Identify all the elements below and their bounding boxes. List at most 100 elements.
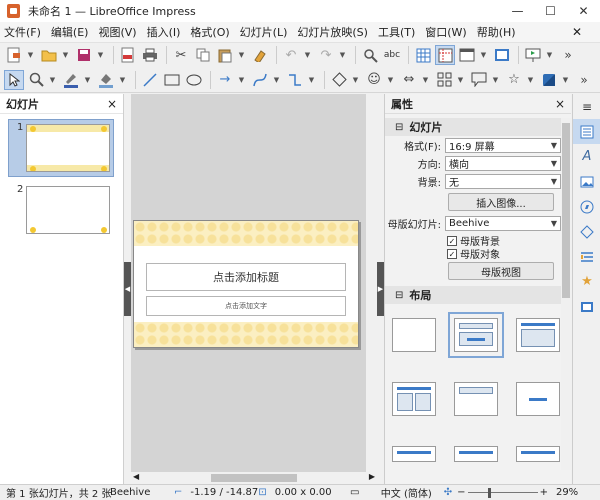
display-views-icon[interactable]	[457, 45, 477, 65]
styles-tab-icon[interactable]: A	[573, 144, 600, 169]
connector-dropdown-icon[interactable]: ▼	[307, 70, 316, 90]
sidebar-scroll-thumb[interactable]	[562, 123, 570, 298]
layout-title-only[interactable]	[454, 382, 498, 416]
horizontal-scroll-thumb[interactable]	[211, 474, 297, 482]
close-window-button[interactable]: ✕	[567, 0, 600, 22]
layout-section-header[interactable]: ⊟ 布局	[385, 286, 561, 304]
menu-window[interactable]: 窗口(W)	[425, 24, 466, 40]
redo-dropdown-icon[interactable]: ▼	[338, 45, 347, 65]
3d-objects-dropdown-icon[interactable]: ▼	[561, 70, 570, 90]
open-icon[interactable]	[39, 45, 59, 65]
zoom-level-status[interactable]: 29%	[550, 487, 584, 498]
minimize-button[interactable]: —	[501, 0, 534, 22]
subtitle-placeholder[interactable]: 点击添加文字	[146, 296, 346, 316]
menu-tools[interactable]: 工具(T)	[378, 24, 415, 40]
undo-dropdown-icon[interactable]: ▼	[303, 45, 312, 65]
basic-shapes-icon[interactable]	[329, 70, 349, 90]
export-pdf-icon[interactable]	[118, 45, 138, 65]
properties-close-icon[interactable]: ×	[555, 97, 565, 111]
menu-insert[interactable]: 插入(I)	[147, 24, 181, 40]
master-view-button[interactable]: 母版视图	[448, 262, 554, 280]
line-color-icon[interactable]	[61, 70, 81, 90]
menu-slideshow[interactable]: 幻灯片放映(S)	[297, 24, 368, 40]
ellipse-icon[interactable]	[184, 70, 204, 90]
layout-option-9[interactable]	[516, 446, 560, 462]
cut-icon[interactable]: ✂	[171, 45, 191, 65]
zoom-out-icon[interactable]: −	[455, 487, 467, 498]
maximize-button[interactable]: ☐	[534, 0, 567, 22]
symbol-shapes-dropdown-icon[interactable]: ▼	[386, 70, 395, 90]
paste-dropdown-icon[interactable]: ▼	[237, 45, 246, 65]
fit-slide-icon[interactable]: ✣	[441, 487, 455, 498]
fill-color-icon[interactable]	[96, 70, 116, 90]
line-color-dropdown-icon[interactable]: ▼	[83, 70, 92, 90]
stars-icon[interactable]: ☆	[504, 70, 524, 90]
copy-icon[interactable]	[193, 45, 213, 65]
undo-icon[interactable]: ↶	[281, 45, 301, 65]
layout-title-two-content[interactable]	[392, 382, 436, 416]
basic-shapes-dropdown-icon[interactable]: ▼	[351, 70, 360, 90]
curve-dropdown-icon[interactable]: ▼	[272, 70, 281, 90]
zoom-slider[interactable]	[467, 487, 538, 498]
helplines-icon[interactable]	[435, 45, 455, 65]
slide-canvas[interactable]: 点击添加标题 点击添加文字	[133, 220, 359, 348]
flowchart-icon[interactable]	[434, 70, 454, 90]
redo-icon[interactable]: ↷	[316, 45, 336, 65]
arrow-dropdown-icon[interactable]: ▼	[237, 70, 246, 90]
save-dropdown-icon[interactable]: ▼	[96, 45, 105, 65]
scroll-right-icon[interactable]: ▶	[369, 472, 375, 481]
layout-title-content[interactable]	[516, 318, 560, 352]
stars-dropdown-icon[interactable]: ▼	[526, 70, 535, 90]
layout-blank[interactable]	[392, 318, 436, 352]
find-replace-icon[interactable]	[360, 45, 380, 65]
callouts-icon[interactable]	[469, 70, 489, 90]
paste-icon[interactable]	[215, 45, 235, 65]
layout-option-8[interactable]	[454, 446, 498, 462]
menu-format[interactable]: 格式(O)	[190, 24, 229, 40]
start-show-icon[interactable]	[523, 45, 543, 65]
animation-tab-icon[interactable]: ★	[573, 269, 600, 294]
gallery-tab-icon[interactable]	[573, 169, 600, 194]
layout-title-slide[interactable]	[448, 312, 504, 358]
background-select[interactable]: 无 ▼	[445, 173, 561, 189]
language-status[interactable]: 中文 (简体)	[375, 485, 441, 500]
properties-tab-icon[interactable]	[573, 119, 600, 144]
shapes-tab-icon[interactable]	[573, 219, 600, 244]
select-icon[interactable]	[4, 69, 24, 90]
navigator-tab-icon[interactable]	[573, 194, 600, 219]
slide-section-header[interactable]: ⊟ 幻灯片	[385, 118, 561, 136]
slides-pane-close-icon[interactable]: ×	[107, 97, 117, 111]
fill-color-dropdown-icon[interactable]: ▼	[118, 70, 127, 90]
slide-editor[interactable]: 点击添加标题 点击添加文字	[131, 94, 377, 472]
menu-slide[interactable]: 幻灯片(L)	[240, 24, 288, 40]
arrow-icon[interactable]: →	[215, 70, 235, 90]
block-arrows-icon[interactable]: ⇔	[399, 70, 419, 90]
scroll-left-icon[interactable]: ◀	[133, 472, 139, 481]
close-document-icon[interactable]: ✕	[572, 25, 582, 39]
master-slide-icon[interactable]	[492, 45, 512, 65]
layout-option-7[interactable]	[392, 446, 436, 462]
symbol-shapes-icon[interactable]: ☺	[364, 70, 384, 90]
menu-edit[interactable]: 编辑(E)	[51, 24, 89, 40]
menu-file[interactable]: 文件(F)	[4, 24, 41, 40]
block-arrows-dropdown-icon[interactable]: ▼	[421, 70, 430, 90]
rectangle-icon[interactable]	[162, 70, 182, 90]
master-slides-tab-icon[interactable]	[573, 294, 600, 319]
more-drawing-icon[interactable]: »	[574, 70, 594, 90]
master-slide-select[interactable]: Beehive ▼	[445, 215, 561, 231]
menu-view[interactable]: 视图(V)	[98, 24, 136, 40]
curve-icon[interactable]	[250, 70, 270, 90]
collapse-sidebar-handle[interactable]: ▶	[377, 262, 384, 316]
start-show-dropdown-icon[interactable]: ▼	[545, 45, 554, 65]
new-dropdown-icon[interactable]: ▼	[26, 45, 35, 65]
editor-horizontal-scrollbar[interactable]: ◀ ▶	[131, 472, 377, 484]
menu-help[interactable]: 帮助(H)	[477, 24, 516, 40]
orientation-select[interactable]: 横向 ▼	[445, 155, 561, 171]
slide-thumbnail-1[interactable]	[26, 124, 110, 172]
line-icon[interactable]	[140, 70, 160, 90]
slide-transition-tab-icon[interactable]	[573, 244, 600, 269]
insert-image-button[interactable]: 插入图像...	[448, 193, 554, 211]
zoom-dropdown-icon[interactable]: ▼	[48, 70, 57, 90]
new-icon[interactable]	[4, 45, 24, 65]
format-select[interactable]: 16:9 屏幕 ▼	[445, 137, 561, 153]
